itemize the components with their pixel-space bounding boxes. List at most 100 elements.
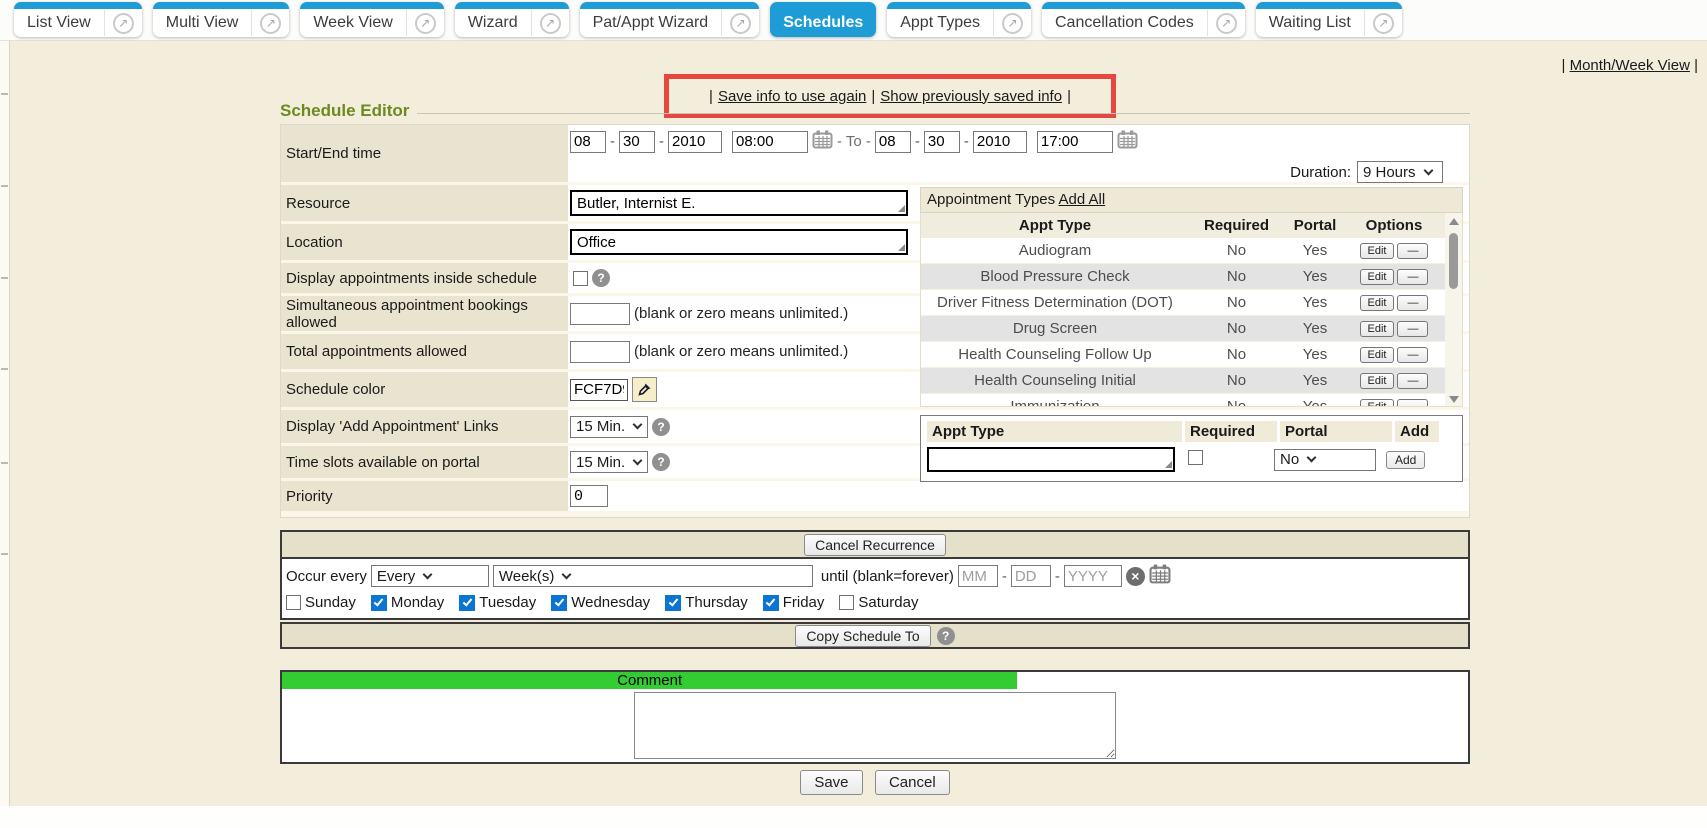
calendar-icon[interactable]: [1149, 564, 1171, 588]
external-link-icon[interactable]: ↗: [1216, 13, 1237, 34]
new-appt-required-checkbox[interactable]: [1188, 450, 1203, 465]
chevron-down-icon: [562, 569, 572, 579]
add-all-link[interactable]: Add All: [1058, 191, 1105, 208]
occur-every-label: Occur every: [286, 568, 367, 585]
month-week-view-link[interactable]: Month/Week View: [1570, 57, 1690, 74]
help-icon[interactable]: ?: [592, 269, 610, 287]
tab-list-view[interactable]: List View ↗: [14, 2, 142, 37]
tab-multi-view[interactable]: Multi View ↗: [153, 2, 290, 37]
total-appts-input[interactable]: [570, 341, 630, 363]
end-month-input[interactable]: [875, 131, 911, 153]
tab-waiting-list[interactable]: Waiting List ↗: [1256, 2, 1402, 37]
month-week-view-area: | Month/Week View |: [1562, 57, 1699, 74]
tab-wizard[interactable]: Wizard ↗: [455, 2, 569, 37]
priority-input[interactable]: [570, 485, 608, 507]
clear-date-icon[interactable]: ×: [1126, 567, 1145, 586]
add-appt-type-button[interactable]: Add: [1386, 451, 1425, 469]
help-icon[interactable]: ?: [937, 627, 955, 645]
new-appt-portal-select[interactable]: No: [1274, 449, 1376, 471]
save-button[interactable]: Save: [800, 770, 862, 795]
external-link-icon[interactable]: ↗: [113, 13, 134, 34]
table-row: Driver Fitness Determination (DOT) No Ye…: [921, 290, 1462, 316]
remove-button[interactable]: —: [1397, 373, 1428, 389]
add-links-select[interactable]: 15 Min.: [570, 416, 648, 438]
remove-button[interactable]: —: [1397, 295, 1428, 311]
duration-select[interactable]: 9 Hours: [1357, 161, 1443, 183]
tab-cancellation-codes[interactable]: Cancellation Codes ↗: [1042, 2, 1245, 37]
resize-grip[interactable]: [898, 205, 905, 212]
external-link-icon[interactable]: ↗: [540, 13, 561, 34]
edit-button[interactable]: Edit: [1360, 321, 1395, 337]
external-link-icon[interactable]: ↗: [1002, 13, 1023, 34]
priority-label: Priority: [281, 481, 568, 511]
scroll-down-arrow[interactable]: [1445, 391, 1462, 407]
edit-button[interactable]: Edit: [1360, 373, 1395, 389]
external-link-icon[interactable]: ↗: [415, 13, 436, 34]
comment-textarea[interactable]: [634, 692, 1116, 759]
display-appts-checkbox[interactable]: [573, 271, 588, 286]
monday-checkbox[interactable]: [371, 595, 387, 611]
start-time-input[interactable]: [732, 131, 808, 153]
resize-grip[interactable]: [1165, 461, 1172, 468]
schedule-color-input[interactable]: [570, 379, 628, 401]
end-time-input[interactable]: [1037, 131, 1113, 153]
thursday-checkbox[interactable]: [665, 595, 681, 611]
until-month-input[interactable]: [958, 565, 998, 587]
color-picker-button[interactable]: [632, 377, 657, 402]
tuesday-checkbox[interactable]: [459, 595, 475, 611]
new-appt-type-input[interactable]: [927, 447, 1175, 472]
tab-pat-appt-wizard[interactable]: Pat/Appt Wizard ↗: [580, 2, 760, 37]
edit-button[interactable]: Edit: [1360, 243, 1395, 259]
remove-button[interactable]: —: [1397, 347, 1428, 363]
location-input[interactable]: [570, 229, 908, 255]
end-day-input[interactable]: [924, 131, 960, 153]
remove-button[interactable]: —: [1397, 321, 1428, 337]
calendar-icon[interactable]: [1117, 130, 1138, 153]
resource-input[interactable]: [570, 190, 908, 216]
until-day-input[interactable]: [1011, 565, 1051, 587]
remove-button[interactable]: —: [1397, 399, 1428, 408]
scrollbar-thumb[interactable]: [1449, 233, 1458, 289]
end-year-input[interactable]: [973, 131, 1027, 153]
cancel-button[interactable]: Cancel: [875, 770, 950, 795]
friday-checkbox[interactable]: [763, 595, 779, 611]
edit-button[interactable]: Edit: [1360, 295, 1395, 311]
tab-schedules[interactable]: Schedules: [770, 2, 876, 37]
start-month-input[interactable]: [570, 131, 606, 153]
cancel-recurrence-button[interactable]: Cancel Recurrence: [804, 534, 946, 556]
schedule-editor: Schedule Editor Start/End time - - - To …: [280, 100, 1470, 518]
resize-grip[interactable]: [898, 244, 905, 251]
help-icon[interactable]: ?: [652, 418, 670, 436]
external-link-icon[interactable]: ↗: [730, 13, 751, 34]
edit-button[interactable]: Edit: [1360, 399, 1395, 408]
external-link-icon[interactable]: ↗: [260, 13, 281, 34]
tab-appt-types[interactable]: Appt Types ↗: [887, 2, 1031, 37]
wednesday-checkbox[interactable]: [551, 595, 567, 611]
col-portal: Portal: [1284, 217, 1346, 234]
remove-button[interactable]: —: [1397, 269, 1428, 285]
external-link-icon[interactable]: ↗: [1373, 13, 1394, 34]
tab-week-view[interactable]: Week View ↗: [300, 2, 443, 37]
copy-schedule-button[interactable]: Copy Schedule To: [795, 625, 930, 647]
scrollbar[interactable]: [1445, 213, 1462, 407]
start-year-input[interactable]: [668, 131, 722, 153]
saturday-checkbox[interactable]: [839, 595, 854, 610]
sunday-checkbox[interactable]: [286, 595, 301, 610]
until-year-input[interactable]: [1064, 565, 1122, 587]
time-slots-select[interactable]: 15 Min.: [570, 451, 648, 473]
comment-section: Comment: [280, 670, 1470, 764]
col-required: Required: [1189, 217, 1284, 234]
calendar-icon[interactable]: [812, 130, 833, 153]
remove-button[interactable]: —: [1397, 243, 1428, 259]
edit-button[interactable]: Edit: [1360, 347, 1395, 363]
scroll-up-arrow[interactable]: [1445, 213, 1462, 229]
recurrence-interval-select[interactable]: Every: [371, 565, 489, 587]
recurrence-unit-select[interactable]: Week(s): [493, 565, 813, 587]
weekday-friday: Friday: [763, 594, 825, 611]
help-icon[interactable]: ?: [652, 453, 670, 471]
edit-button[interactable]: Edit: [1360, 269, 1395, 285]
table-row: Audiogram No Yes Edit—: [921, 238, 1462, 264]
simultaneous-hint: (blank or zero means unlimited.): [634, 305, 848, 322]
simultaneous-input[interactable]: [570, 303, 630, 325]
start-day-input[interactable]: [619, 131, 655, 153]
